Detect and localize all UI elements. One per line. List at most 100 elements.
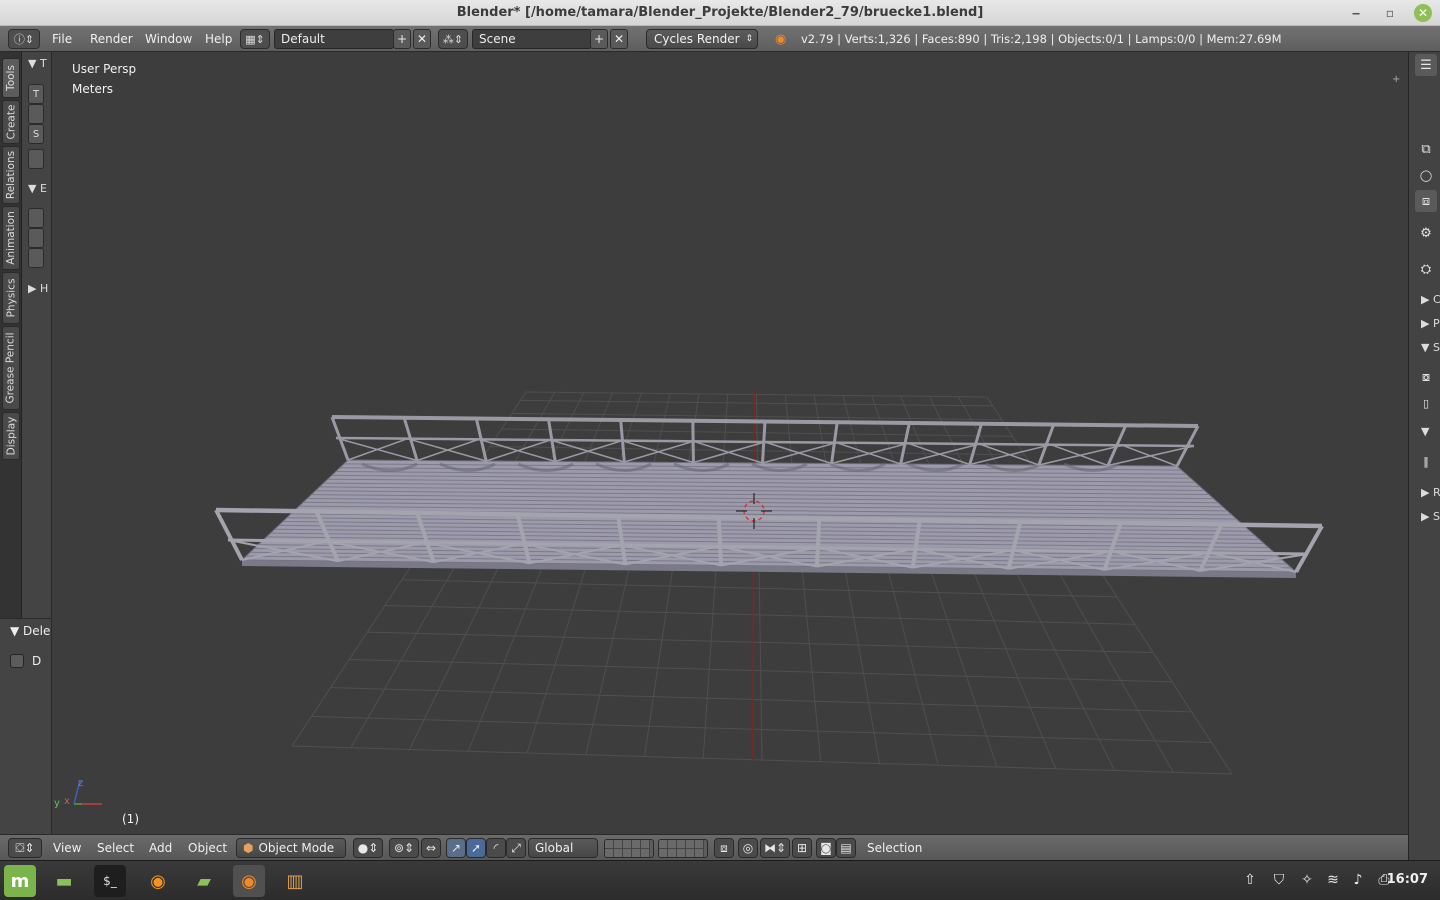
axis-label-x: x xyxy=(64,796,70,807)
update-manager-icon[interactable]: ⇧ xyxy=(1239,869,1261,891)
viewport-corner-plus-icon[interactable]: + xyxy=(1392,74,1400,85)
maximize-button[interactable]: ▫ xyxy=(1380,3,1400,23)
tool-button-join[interactable] xyxy=(28,228,44,248)
properties-row-s[interactable]: ▼ S xyxy=(1421,341,1440,354)
tool-button-duplicate[interactable] xyxy=(28,208,44,228)
layer-lock-icon[interactable]: ⧈ xyxy=(714,838,734,858)
tool-button-translate[interactable]: T xyxy=(28,84,44,104)
editor-type-3d-button[interactable]: ⛋⇕ xyxy=(8,838,42,858)
snap-element-dropdown[interactable]: ⧓⇕ xyxy=(760,838,790,858)
viewport-scene: y zx xyxy=(54,391,1324,809)
tab-animation[interactable]: Animation xyxy=(2,206,20,270)
tab-create[interactable]: Create xyxy=(2,100,20,144)
menu-window[interactable]: Window xyxy=(145,29,192,49)
operator-checkbox[interactable] xyxy=(10,654,24,668)
render-tab-icon[interactable]: ⚙ xyxy=(1415,222,1437,244)
tab-display[interactable]: Display xyxy=(2,412,20,460)
axis-label-z: z xyxy=(78,778,83,789)
layer-grid-1[interactable] xyxy=(604,839,654,858)
bars-icon[interactable]: ‖ xyxy=(1415,450,1437,472)
blender-taskbar-icon[interactable]: ◉ xyxy=(233,865,265,897)
tab-relations[interactable]: Relations xyxy=(2,146,20,204)
panel-header-transform[interactable]: ▼ T xyxy=(28,57,47,70)
menu-object[interactable]: Object xyxy=(188,838,227,858)
panel-header-history[interactable]: ▶ H xyxy=(28,282,48,295)
properties-row-c[interactable]: ▶ C xyxy=(1421,293,1440,306)
add-scene-button[interactable]: + xyxy=(590,29,608,49)
volume-icon[interactable]: ♪ xyxy=(1347,869,1369,891)
mint-menu-icon[interactable]: m xyxy=(4,865,36,897)
shield-icon[interactable]: ⛉ xyxy=(1268,869,1290,891)
menu-file[interactable]: File xyxy=(52,29,72,49)
menu-help[interactable]: Help xyxy=(205,29,232,49)
camera-icon[interactable]: ⧉ xyxy=(1415,138,1437,160)
remove-scene-button[interactable]: ✕ xyxy=(610,29,628,49)
tab-physics[interactable]: Physics xyxy=(2,272,20,324)
properties-row-p[interactable]: ▶ P xyxy=(1421,317,1440,330)
toggle-icon[interactable]: ◯ xyxy=(1415,164,1437,186)
object-mode-icon: ⬢ xyxy=(243,841,254,855)
tool-button-set-origin[interactable] xyxy=(28,248,44,268)
orientation-dropdown[interactable]: Global xyxy=(528,838,598,858)
tool-button-mirror[interactable] xyxy=(28,149,44,169)
firefox-icon[interactable]: ◉ xyxy=(142,865,174,897)
scale-icon[interactable]: ⤢ xyxy=(506,838,526,858)
tab-tools[interactable]: Tools xyxy=(2,58,20,98)
rotate-icon[interactable]: ◜ xyxy=(486,838,506,858)
outliner-editor-icon[interactable]: ☰ xyxy=(1415,54,1437,76)
render-animation-icon[interactable]: ▤ xyxy=(836,838,856,858)
files-icon[interactable]: ▰ xyxy=(188,865,220,897)
menu-select[interactable]: Select xyxy=(97,838,134,858)
proportional-edit-icon[interactable]: ◎ xyxy=(738,838,758,858)
menu-add[interactable]: Add xyxy=(149,838,172,858)
layers-icon[interactable]: ⧇ xyxy=(1415,366,1437,388)
tab-grease-pencil[interactable]: Grease Pencil xyxy=(2,326,20,410)
wifi-icon[interactable]: ≋ xyxy=(1322,869,1344,891)
minimize-button[interactable]: ‒ xyxy=(1346,3,1366,23)
view-units: Meters xyxy=(72,82,114,96)
translate-icon[interactable]: ➚ xyxy=(466,838,486,858)
mode-dropdown[interactable]: ⬢ Object Mode xyxy=(236,838,346,858)
window-titlebar: Blender* [/home/tamara/Blender_Projekte/… xyxy=(0,0,1440,26)
properties-row-r[interactable]: ▶ R xyxy=(1421,486,1440,499)
tool-button-rotate[interactable] xyxy=(28,104,44,124)
add-screen-button[interactable]: + xyxy=(393,29,411,49)
layer-grid-2[interactable] xyxy=(658,839,708,858)
properties-row-expander[interactable]: ▼ xyxy=(1421,425,1429,438)
properties-panel: ☰ ⧉ ◯ ⧈ ⚙ ⛭ ▶ C ▶ P ▼ S ⧇ ▯ ▼ ‖ ▶ R ▶ S xyxy=(1408,52,1440,860)
manipulator-toggle[interactable]: ⇔ xyxy=(421,838,441,858)
translate-manipulator-icon[interactable]: ↗ xyxy=(446,838,466,858)
close-button[interactable]: ✕ xyxy=(1414,4,1432,22)
render-engine-dropdown[interactable]: Cycles Render ⇕ xyxy=(646,29,758,49)
redshift-icon[interactable]: ✧ xyxy=(1296,869,1318,891)
menu-view[interactable]: View xyxy=(53,838,81,858)
pivot-point-dropdown[interactable]: ⊚⇕ xyxy=(389,838,419,858)
blender-logo-icon: ◉ xyxy=(775,31,787,47)
tool-button-scale[interactable]: S xyxy=(28,124,44,144)
properties-editor-icon[interactable]: ⧈ xyxy=(1415,190,1437,212)
editor-type-button[interactable]: ⓘ⇕ xyxy=(8,29,40,49)
slider-icon[interactable]: ▯ xyxy=(1415,392,1437,414)
3d-viewport[interactable]: y zx User Persp Meters (1) + xyxy=(52,52,1408,834)
remove-screen-button[interactable]: ✕ xyxy=(413,29,431,49)
render-preview-icon[interactable]: ◙ xyxy=(816,838,836,858)
shading-dropdown[interactable]: ●⇕ xyxy=(353,838,383,858)
terminal-icon[interactable]: $_ xyxy=(94,865,126,897)
operator-checkbox-label: D xyxy=(32,654,42,668)
snap-target-icon[interactable]: ⊞ xyxy=(792,838,812,858)
operator-option[interactable]: D xyxy=(10,654,41,668)
scene-field[interactable]: Scene xyxy=(472,29,592,49)
screen-layout-icon[interactable]: ▦⇕ xyxy=(240,29,270,49)
object-tab-icon[interactable]: ⛭ xyxy=(1415,258,1437,280)
operator-panel-header[interactable]: ▼ Dele xyxy=(10,624,50,638)
menu-render[interactable]: Render xyxy=(90,29,133,49)
scene-icon[interactable]: ⁂⇕ xyxy=(438,29,468,49)
render-engine-label: Cycles Render xyxy=(654,32,740,46)
info-icon: ⓘ⇕ xyxy=(13,33,35,46)
show-desktop-icon[interactable]: ▬ xyxy=(48,865,80,897)
panel-header-edit[interactable]: ▼ E xyxy=(28,182,47,195)
screen-layout-field[interactable]: Default xyxy=(274,29,394,49)
properties-row-s2[interactable]: ▶ S xyxy=(1421,510,1440,523)
operator-panel: ▼ Dele D xyxy=(0,618,52,834)
archive-manager-icon[interactable]: ▥ xyxy=(279,865,311,897)
